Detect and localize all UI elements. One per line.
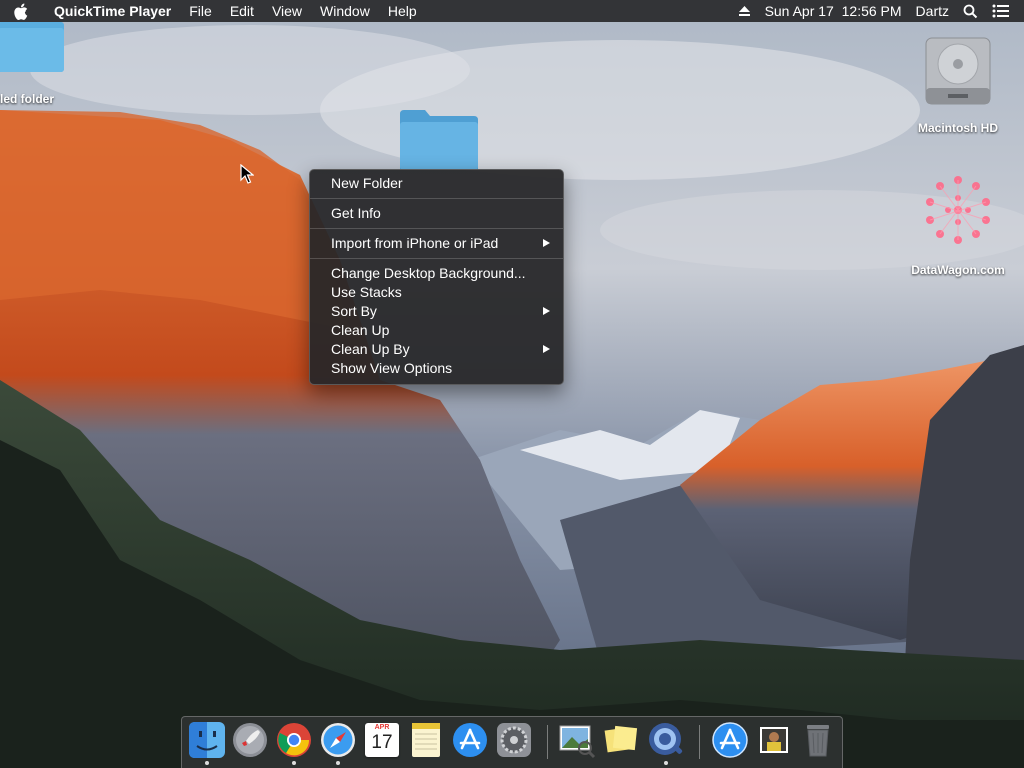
menu-item-sort-by[interactable]: Sort By (310, 302, 563, 321)
menu-file[interactable]: File (189, 3, 212, 19)
dock-launchpad[interactable] (231, 721, 269, 759)
menu-item-import-from-iphone[interactable]: Import from iPhone or iPad (310, 234, 563, 253)
dock-downloads-stack[interactable] (711, 721, 749, 759)
menu-item-label: Change Desktop Background... (331, 265, 526, 281)
dock-calendar[interactable]: APR 17 (363, 721, 401, 759)
mouse-pointer-icon (240, 163, 255, 189)
running-indicator (664, 761, 668, 765)
desktop-folder-untitled[interactable]: tled folder (0, 22, 80, 106)
app-store-icon (451, 723, 489, 763)
menu-item-label: Use Stacks (331, 284, 402, 300)
app-name-menu[interactable]: QuickTime Player (54, 3, 171, 19)
menu-item-change-desktop-background[interactable]: Change Desktop Background... (310, 264, 563, 283)
dock-app-store[interactable] (451, 721, 489, 759)
menu-item-get-info[interactable]: Get Info (310, 204, 563, 223)
menu-item-clean-up[interactable]: Clean Up (310, 321, 563, 340)
notes-icon (407, 723, 445, 763)
menu-bar: QuickTime Player File Edit View Window H… (0, 0, 1024, 22)
system-preferences-icon (495, 723, 533, 763)
menu-view[interactable]: View (272, 3, 302, 19)
dock-separator (699, 725, 700, 759)
spotlight-search-icon[interactable] (963, 4, 978, 19)
dock-finder[interactable] (188, 721, 226, 765)
menu-help[interactable]: Help (388, 3, 417, 19)
desktop-item-label: Macintosh HD (917, 121, 998, 135)
menu-separator (310, 258, 563, 259)
preview-icon (558, 725, 596, 763)
dock: APR 17 (181, 716, 843, 768)
dock-safari[interactable] (319, 721, 357, 765)
clock-datetime[interactable]: Sun Apr 17 12:56 PM (765, 3, 902, 19)
dock-separator (547, 725, 548, 759)
menu-separator (310, 228, 563, 229)
menu-item-label: Clean Up (331, 322, 390, 338)
calendar-icon: APR 17 (365, 723, 399, 757)
menu-item-label: Clean Up By (331, 341, 410, 357)
trash-icon (799, 725, 837, 763)
menu-item-label: Get Info (331, 205, 381, 221)
desktop-folder[interactable] (398, 108, 480, 173)
dock-photo-stack[interactable] (755, 721, 793, 759)
menu-item-clean-up-by[interactable]: Clean Up By (310, 340, 563, 359)
desktop-item-label: tled folder (0, 92, 55, 106)
menu-item-label: Import from iPhone or iPad (331, 235, 499, 251)
menu-item-use-stacks[interactable]: Use Stacks (310, 283, 563, 302)
apple-icon[interactable] (14, 2, 30, 20)
desktop-datawagon[interactable]: DataWagon.com (898, 170, 1018, 277)
dock-stickies[interactable] (602, 721, 640, 759)
desktop-item-label: DataWagon.com (911, 263, 1005, 277)
dock-trash[interactable] (799, 721, 837, 759)
dock-system-preferences[interactable] (495, 721, 533, 759)
menu-edit[interactable]: Edit (230, 3, 254, 19)
menu-separator (310, 198, 563, 199)
submenu-arrow-icon (543, 239, 550, 247)
menu-item-show-view-options[interactable]: Show View Options (310, 359, 563, 378)
menu-item-label: Sort By (331, 303, 377, 319)
folder-icon (398, 108, 480, 173)
running-indicator (336, 761, 340, 765)
folder-icon (0, 22, 80, 74)
menu-item-label: New Folder (331, 175, 403, 191)
calendar-month: APR (374, 724, 390, 731)
notification-center-icon[interactable] (992, 4, 1010, 18)
dock-preview[interactable] (558, 721, 596, 759)
submenu-arrow-icon (543, 307, 550, 315)
menu-item-new-folder[interactable]: New Folder (310, 174, 563, 193)
user-name-menu[interactable]: Dartz (916, 3, 949, 19)
app-store-downloads-icon (711, 722, 749, 763)
submenu-arrow-icon (543, 345, 550, 353)
menu-item-label: Show View Options (331, 360, 453, 376)
stickies-icon (602, 725, 640, 763)
desktop-macintosh-hd[interactable]: Macintosh HD (903, 30, 1013, 135)
running-indicator (292, 761, 296, 765)
dock-notes[interactable] (407, 721, 445, 759)
datawagon-logo-icon (898, 170, 1018, 253)
calendar-day: 17 (371, 732, 393, 753)
hard-drive-icon (903, 30, 1013, 115)
eject-icon[interactable] (738, 5, 751, 17)
desktop-context-menu: New Folder Get Info Import from iPhone o… (309, 169, 564, 385)
menu-window[interactable]: Window (320, 3, 370, 19)
dock-chrome[interactable] (275, 721, 313, 765)
dock-quicktime[interactable] (647, 721, 685, 765)
photo-stack-icon (755, 727, 793, 763)
launchpad-icon (231, 723, 269, 763)
running-indicator (205, 761, 209, 765)
